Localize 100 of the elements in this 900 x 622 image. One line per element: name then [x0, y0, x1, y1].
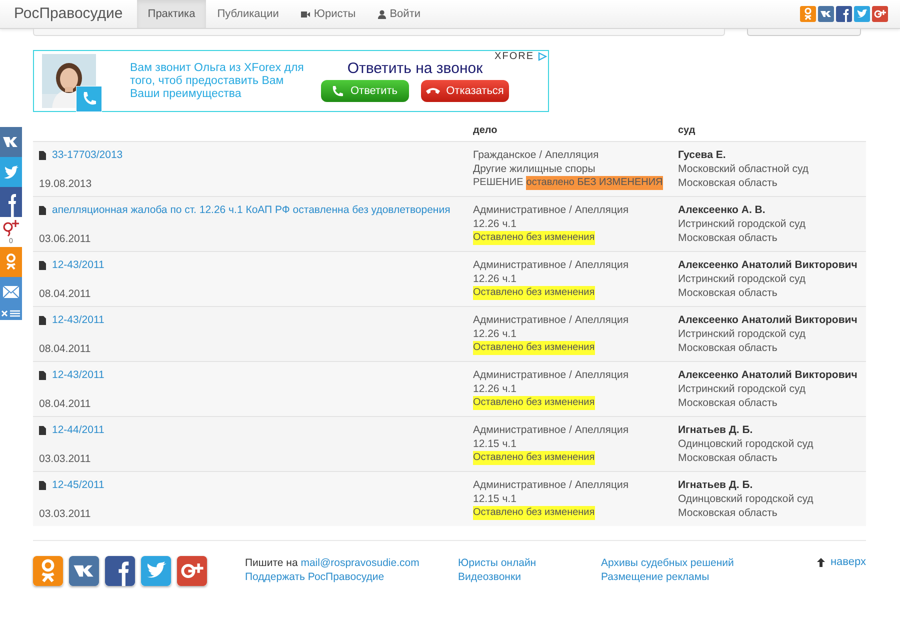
judge-name: Алексеенко А. В.: [678, 203, 766, 217]
decision-label: РЕШЕНИЕ: [473, 176, 524, 190]
case-date: 03.03.2011: [39, 452, 92, 466]
decision-highlight: Оставлено без изменения: [473, 396, 595, 410]
nav-tab[interactable]: Войти: [366, 0, 432, 28]
google-plus-icon[interactable]: [177, 556, 207, 586]
court-name: Московский областной суд: [678, 162, 810, 176]
ad-heading[interactable]: Ответить на звонок: [347, 60, 483, 77]
document-icon: [39, 316, 46, 324]
decision-highlight: Оставлено без изменения: [473, 451, 595, 465]
decision-highlight: Оставлено без изменения: [473, 286, 595, 300]
judge-name: Игнатьев Д. Б.: [678, 423, 754, 437]
judge-name: Игнатьев Д. Б.: [678, 478, 754, 492]
document-icon: [39, 150, 46, 160]
court-region: Московская область: [678, 176, 778, 190]
case-type: Административное / Апелляция: [473, 478, 630, 492]
answer-button[interactable]: Ответить: [321, 80, 409, 102]
ad-logo[interactable]: XFORE: [494, 51, 534, 62]
case-date: 08.04.2011: [39, 342, 92, 356]
case-link[interactable]: апелляционная жалоба по ст. 12.26 ч.1 КоАП РФ оставленна без удовлетворения: [52, 203, 450, 217]
decline-button[interactable]: Отказаться: [421, 80, 509, 102]
case-article: 12.15 ч.1: [473, 437, 518, 451]
judge-name: Алексеенко Анатолий Викторович: [678, 258, 858, 272]
arrow-up-icon: [817, 558, 826, 566]
ad-message[interactable]: Вам звонит Ольга из XForex для того, чтоб предоставить Вам Ваши преимущества: [130, 62, 315, 100]
case-link[interactable]: 12-43/2011: [52, 368, 104, 382]
court-region: Московская область: [678, 506, 778, 520]
case-date: 03.06.2011: [39, 232, 92, 246]
document-icon: [39, 480, 46, 490]
footer-link[interactable]: Поддержать РосПравосудие: [245, 570, 458, 584]
decision-highlight: Оставлено без изменения: [473, 341, 595, 355]
case-type: Административное / Апелляция: [473, 258, 630, 272]
court-region: Московская область: [678, 451, 778, 465]
case-article: 12.26 ч.1: [473, 382, 518, 396]
case-article: Другие жилищные споры: [473, 162, 596, 176]
phone-icon: [332, 85, 344, 97]
case-link[interactable]: 12-43/2011: [52, 258, 104, 272]
facebook-icon[interactable]: [105, 556, 135, 586]
user-icon: [378, 10, 386, 18]
column-header: суд: [677, 125, 696, 136]
vk-icon[interactable]: [0, 127, 22, 157]
judge-name: Гусева Е.: [678, 148, 727, 162]
nav-tab[interactable]: Практика: [136, 0, 206, 28]
case-type: Гражданское / Апелляция: [473, 148, 600, 162]
google-plus-icon[interactable]: [872, 6, 888, 22]
facebook-icon[interactable]: [836, 6, 852, 22]
case-article: 12.26 ч.1: [473, 272, 518, 286]
judge-name: Алексеенко Анатолий Викторович: [678, 368, 858, 382]
document-icon: [39, 426, 46, 434]
court-region: Московская область: [678, 341, 778, 355]
document-icon: [39, 260, 46, 270]
facebook-icon[interactable]: [0, 187, 22, 217]
court-name: Одинцовский городской суд: [678, 492, 814, 506]
site-logo[interactable]: РосПравосудие: [14, 0, 123, 28]
odnoklassniki-icon[interactable]: [33, 556, 63, 586]
court-region: Московская область: [678, 396, 778, 410]
case-link[interactable]: 12-43/2011: [52, 313, 104, 327]
odnoklassniki-icon[interactable]: [800, 6, 816, 22]
court-name: Истринский городской суд: [678, 272, 806, 286]
camera-icon: [300, 10, 310, 18]
court-name: Одинцовский городской суд: [678, 437, 814, 451]
nav-tab[interactable]: Юристы: [290, 0, 367, 28]
decision-highlight: Оставлено без изменения: [473, 506, 595, 520]
ad-choices-icon[interactable]: [538, 52, 547, 61]
email-link[interactable]: mail@rospravosudie.com: [300, 557, 420, 569]
mail-icon[interactable]: [0, 277, 22, 307]
case-type: Административное / Апелляция: [473, 203, 630, 217]
footer-link[interactable]: Архивы судебных решений: [601, 556, 741, 570]
case-link[interactable]: 12-45/2011: [52, 478, 104, 492]
document-icon: [39, 206, 46, 214]
google-plus-icon[interactable]: [1, 217, 21, 237]
case-type: Административное / Апелляция: [473, 313, 630, 327]
column-header: дело: [472, 125, 498, 136]
twitter-icon[interactable]: [141, 556, 171, 586]
case-link[interactable]: 33-17703/2013: [52, 148, 123, 162]
vk-icon[interactable]: [69, 556, 99, 586]
vk-icon[interactable]: [818, 6, 834, 22]
case-article: 12.26 ч.1: [473, 327, 518, 341]
case-type: Административное / Апелляция: [473, 368, 630, 382]
hang-up-icon: [426, 87, 440, 95]
court-name: Истринский городской суд: [678, 217, 806, 231]
nav-tab[interactable]: Публикации: [206, 0, 290, 28]
case-article: 12.15 ч.1: [473, 492, 518, 506]
case-article: 12.26 ч.1: [473, 217, 518, 231]
court-name: Истринский городской суд: [678, 382, 806, 396]
case-date: 08.04.2011: [39, 397, 92, 411]
contact-text: Пишите на mail@rospravosudie.com: [245, 556, 420, 570]
footer-link[interactable]: Размещение рекламы: [601, 570, 741, 584]
case-date: 08.04.2011: [39, 287, 92, 301]
case-date: 03.03.2011: [39, 507, 92, 521]
case-type: Административное / Апелляция: [473, 423, 630, 437]
court-name: Истринский городской суд: [678, 327, 806, 341]
court-region: Московская область: [678, 231, 778, 245]
footer-link[interactable]: Видеозвонки: [458, 570, 601, 584]
case-link[interactable]: 12-44/2011: [52, 423, 104, 437]
close-icon[interactable]: [0, 307, 22, 320]
decision-highlight: Оставлено без изменения: [473, 231, 595, 245]
footer-link[interactable]: Юристы онлайн: [458, 556, 601, 570]
back-to-top-link[interactable]: наверх: [817, 556, 866, 568]
odnoklassniki-icon[interactable]: [0, 247, 22, 277]
